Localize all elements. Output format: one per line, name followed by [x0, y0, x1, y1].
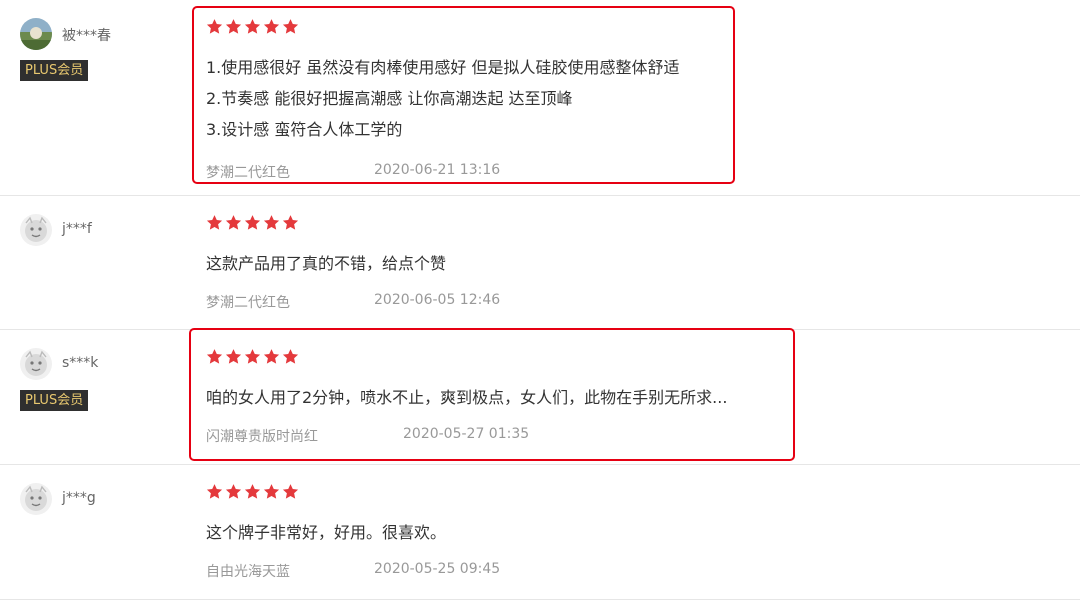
- star-icon: [206, 483, 223, 500]
- review-meta: 梦潮二代红色 2020-06-05 12:46: [206, 292, 500, 312]
- user-avatar[interactable]: [20, 348, 52, 380]
- star-icon: [263, 483, 280, 500]
- star-icon: [225, 214, 242, 231]
- review-text-line: 这个牌子非常好，好用。很喜欢。: [206, 523, 447, 542]
- review-content: 这个牌子非常好，好用。很喜欢。 自由光海天蓝 2020-05-25 09:45: [206, 483, 500, 581]
- highlight-box: [192, 6, 735, 184]
- user-avatar[interactable]: [20, 18, 52, 50]
- star-icon: [206, 214, 223, 231]
- review-content: 这款产品用了真的不错，给点个赞 梦潮二代红色 2020-06-05 12:46: [206, 214, 500, 312]
- star-icon: [225, 483, 242, 500]
- user-name: s***k: [62, 355, 99, 371]
- star-icon: [244, 214, 261, 231]
- star-icon: [263, 214, 280, 231]
- plus-member-badge: PLUS会员: [20, 60, 89, 81]
- plus-member-badge: PLUS会员: [20, 390, 89, 411]
- review-date: 2020-06-05 12:46: [374, 292, 501, 308]
- review-item: j***g 这个牌子非常好，好用。很喜欢。 自由光海天蓝 2020-05-25 …: [0, 465, 1080, 600]
- user-avatar[interactable]: [20, 483, 52, 515]
- product-variant: 梦潮二代红色: [206, 295, 290, 311]
- star-icon: [282, 214, 299, 231]
- review-text-line: 这款产品用了真的不错，给点个赞: [206, 254, 447, 273]
- product-variant: 自由光海天蓝: [206, 564, 290, 580]
- star-rating: [206, 483, 446, 501]
- user-name: 被***春: [62, 28, 111, 44]
- star-icon: [244, 483, 261, 500]
- star-rating: [206, 214, 446, 232]
- review-date: 2020-05-25 09:45: [374, 561, 501, 577]
- review-item: j***f 这款产品用了真的不错，给点个赞 梦潮二代红色 2020-06-05 …: [0, 196, 1080, 330]
- user-avatar[interactable]: [20, 214, 52, 246]
- review-meta: 自由光海天蓝 2020-05-25 09:45: [206, 561, 500, 581]
- user-name: j***f: [62, 221, 92, 237]
- user-name: j***g: [62, 490, 96, 506]
- star-icon: [282, 483, 299, 500]
- highlight-box: [189, 328, 795, 461]
